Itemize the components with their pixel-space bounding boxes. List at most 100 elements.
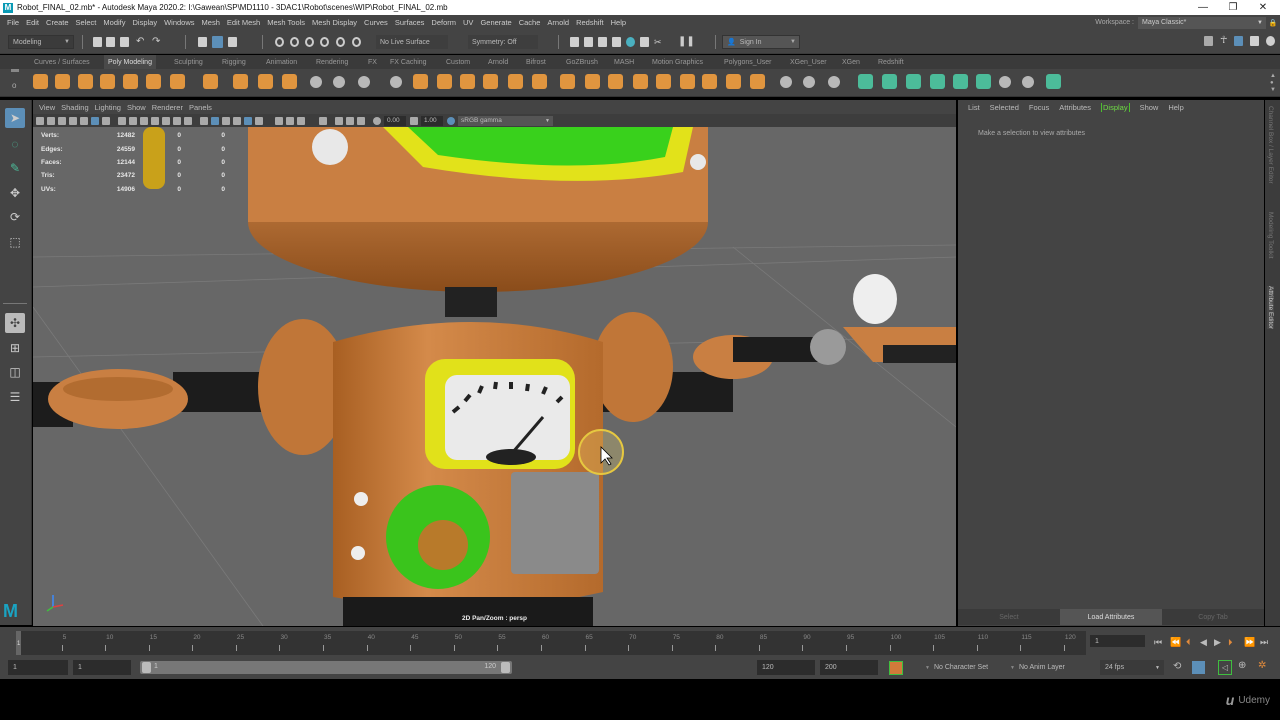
default-material-icon[interactable] [222, 116, 230, 125]
lasso-tool-icon[interactable]: ◌ [5, 134, 25, 154]
menu-windows[interactable]: Windows [163, 18, 194, 27]
menu-deform[interactable]: Deform [430, 18, 456, 27]
contour-stretch-icon[interactable] [953, 74, 968, 89]
snap-point-icon[interactable] [305, 37, 314, 47]
menu-arnold[interactable]: Arnold [546, 18, 569, 27]
step-forward-frame-icon[interactable]: ⏩ [1244, 637, 1255, 648]
shelf-tab-xgen[interactable]: XGen [838, 55, 864, 69]
move-tool-icon[interactable]: ✥ [5, 183, 25, 203]
smooth-icon[interactable] [460, 74, 475, 89]
redo-icon[interactable]: ↷ [152, 37, 161, 47]
tab-attribute-editor[interactable]: Attribute Editor [1267, 286, 1274, 329]
snap-grid-icon[interactable] [275, 37, 284, 47]
shelf-tab-poly-modeling[interactable]: Poly Modeling [104, 55, 156, 69]
step-forward-key-icon[interactable]: ⏵ [1228, 637, 1233, 648]
attribute-menu-focus[interactable]: Focus [1029, 103, 1049, 112]
shelf-tab-rendering[interactable]: Rendering [312, 55, 352, 69]
menu-cache[interactable]: Cache [518, 18, 541, 27]
rotate-tool-icon[interactable]: ⟳ [5, 207, 25, 227]
tab-modeling-toolkit[interactable]: Modeling Toolkit [1267, 212, 1274, 259]
time-slider-track[interactable]: 1 5 10 15 20 25 30 35 40 45 50 55 60 65 70 75 80 85 90 95 1… [16, 631, 1086, 655]
attribute-menu-attributes[interactable]: Attributes [1059, 103, 1091, 112]
color-management-icon[interactable] [447, 116, 455, 125]
menu-edit-mesh[interactable]: Edit Mesh [226, 18, 260, 27]
open-scene-icon[interactable] [106, 37, 115, 47]
minimize-button[interactable]: — [1188, 0, 1218, 15]
tool-settings-icon[interactable] [1250, 36, 1259, 46]
hypershade-icon[interactable] [612, 37, 621, 47]
viewport-menu-renderer[interactable]: Renderer [152, 103, 183, 112]
snap-surface-icon[interactable] [336, 37, 345, 47]
save-scene-icon[interactable] [120, 37, 129, 47]
camera-icon[interactable] [36, 116, 44, 125]
sweep-mesh-icon[interactable] [233, 74, 248, 89]
use-lights-icon[interactable] [255, 116, 263, 125]
menu-generate[interactable]: Generate [479, 18, 511, 27]
shelf-menu-icon[interactable] [11, 69, 19, 72]
fps-dropdown[interactable]: 24 fps ▼ [1100, 660, 1164, 675]
unfold-uv-icon[interactable] [1046, 74, 1061, 89]
viewport-menu-shading[interactable]: Shading [61, 103, 89, 112]
sew-uv-icon[interactable] [999, 76, 1011, 88]
image-plane-icon[interactable] [69, 116, 77, 125]
symmetry-dropdown[interactable]: Symmetry: Off [468, 35, 538, 49]
poly-torus-icon[interactable] [123, 74, 138, 89]
bridge-icon[interactable] [585, 74, 600, 89]
render-settings-icon[interactable] [598, 37, 607, 47]
shelf-tab-sculpting[interactable]: Sculpting [170, 55, 207, 69]
single-perspective-layout-icon[interactable]: ✣ [5, 313, 25, 333]
shelf-tab-gozbrush[interactable]: GoZBrush [562, 55, 602, 69]
camera-attributes-icon[interactable] [47, 116, 55, 125]
step-back-frame-icon[interactable]: ⏪ [1170, 637, 1181, 648]
merge-icon[interactable] [680, 74, 695, 89]
play-backwards-icon[interactable]: ◀ [1200, 637, 1207, 648]
extract-icon[interactable] [437, 74, 452, 89]
grid-icon[interactable] [118, 116, 126, 125]
load-attributes-button[interactable]: Load Attributes [1060, 609, 1162, 625]
go-to-start-icon[interactable]: ⏮ [1154, 637, 1162, 648]
boolean-union-icon[interactable] [508, 74, 523, 89]
exposure-icon[interactable] [373, 116, 381, 125]
menu-mesh-display[interactable]: Mesh Display [311, 18, 357, 27]
ambient-occlusion-icon[interactable] [286, 116, 294, 125]
shelf-options-icon[interactable]: o [12, 81, 16, 90]
svg-tool-icon[interactable] [282, 74, 297, 89]
shelf-tab-fx[interactable]: FX [364, 55, 381, 69]
snap-together-icon[interactable] [358, 76, 370, 88]
motion-blur-icon[interactable] [297, 116, 305, 125]
type-tool-icon[interactable] [258, 74, 273, 89]
render-current-icon[interactable] [570, 37, 579, 47]
live-surface-field[interactable]: No Live Surface [376, 35, 448, 49]
scale-tool-icon[interactable]: ⬚ [5, 232, 25, 252]
viewport-menu-panels[interactable]: Panels [189, 103, 212, 112]
xray-active-icon[interactable] [346, 116, 354, 125]
poly-disc-icon[interactable] [170, 74, 185, 89]
attribute-menu-display[interactable]: Display [1100, 102, 1130, 112]
textured-icon[interactable] [244, 116, 252, 125]
spherical-map-icon[interactable] [906, 74, 921, 89]
shelf-tab-arnold[interactable]: Arnold [484, 55, 512, 69]
poke-icon[interactable] [750, 74, 765, 89]
menu-display[interactable]: Display [132, 18, 158, 27]
shelf-tab-curves-surfaces[interactable]: Curves / Surfaces [30, 55, 94, 69]
uv-editor-icon[interactable] [333, 76, 345, 88]
menu-mesh[interactable]: Mesh [201, 18, 220, 27]
shelf-tab-polygons-user[interactable]: Polygons_User [720, 55, 775, 69]
multi-cut-icon[interactable] [780, 76, 792, 88]
gamma-field[interactable]: 1.00 [421, 115, 443, 126]
gamma-icon[interactable] [410, 116, 418, 125]
character-set-dropdown[interactable]: ▼ No Character Set [925, 660, 1005, 675]
uv-checker-icon[interactable] [976, 74, 991, 89]
select-hierarchy-icon[interactable] [198, 37, 207, 47]
resolution-gate-icon[interactable] [140, 116, 148, 125]
shelf-tab-motion-graphics[interactable]: Motion Graphics [648, 55, 707, 69]
select-object-icon[interactable] [212, 36, 223, 48]
offset-edge-loop-icon[interactable] [828, 76, 840, 88]
mode-dropdown[interactable]: Modeling ▼ [8, 35, 74, 49]
safe-action-icon[interactable] [173, 116, 181, 125]
field-chart-icon[interactable] [162, 116, 170, 125]
poly-cylinder-icon[interactable] [78, 74, 93, 89]
animation-end-field[interactable]: 200 [820, 660, 878, 675]
shelf-tab-mash[interactable]: MASH [610, 55, 638, 69]
shelf-tab-animation[interactable]: Animation [262, 55, 301, 69]
